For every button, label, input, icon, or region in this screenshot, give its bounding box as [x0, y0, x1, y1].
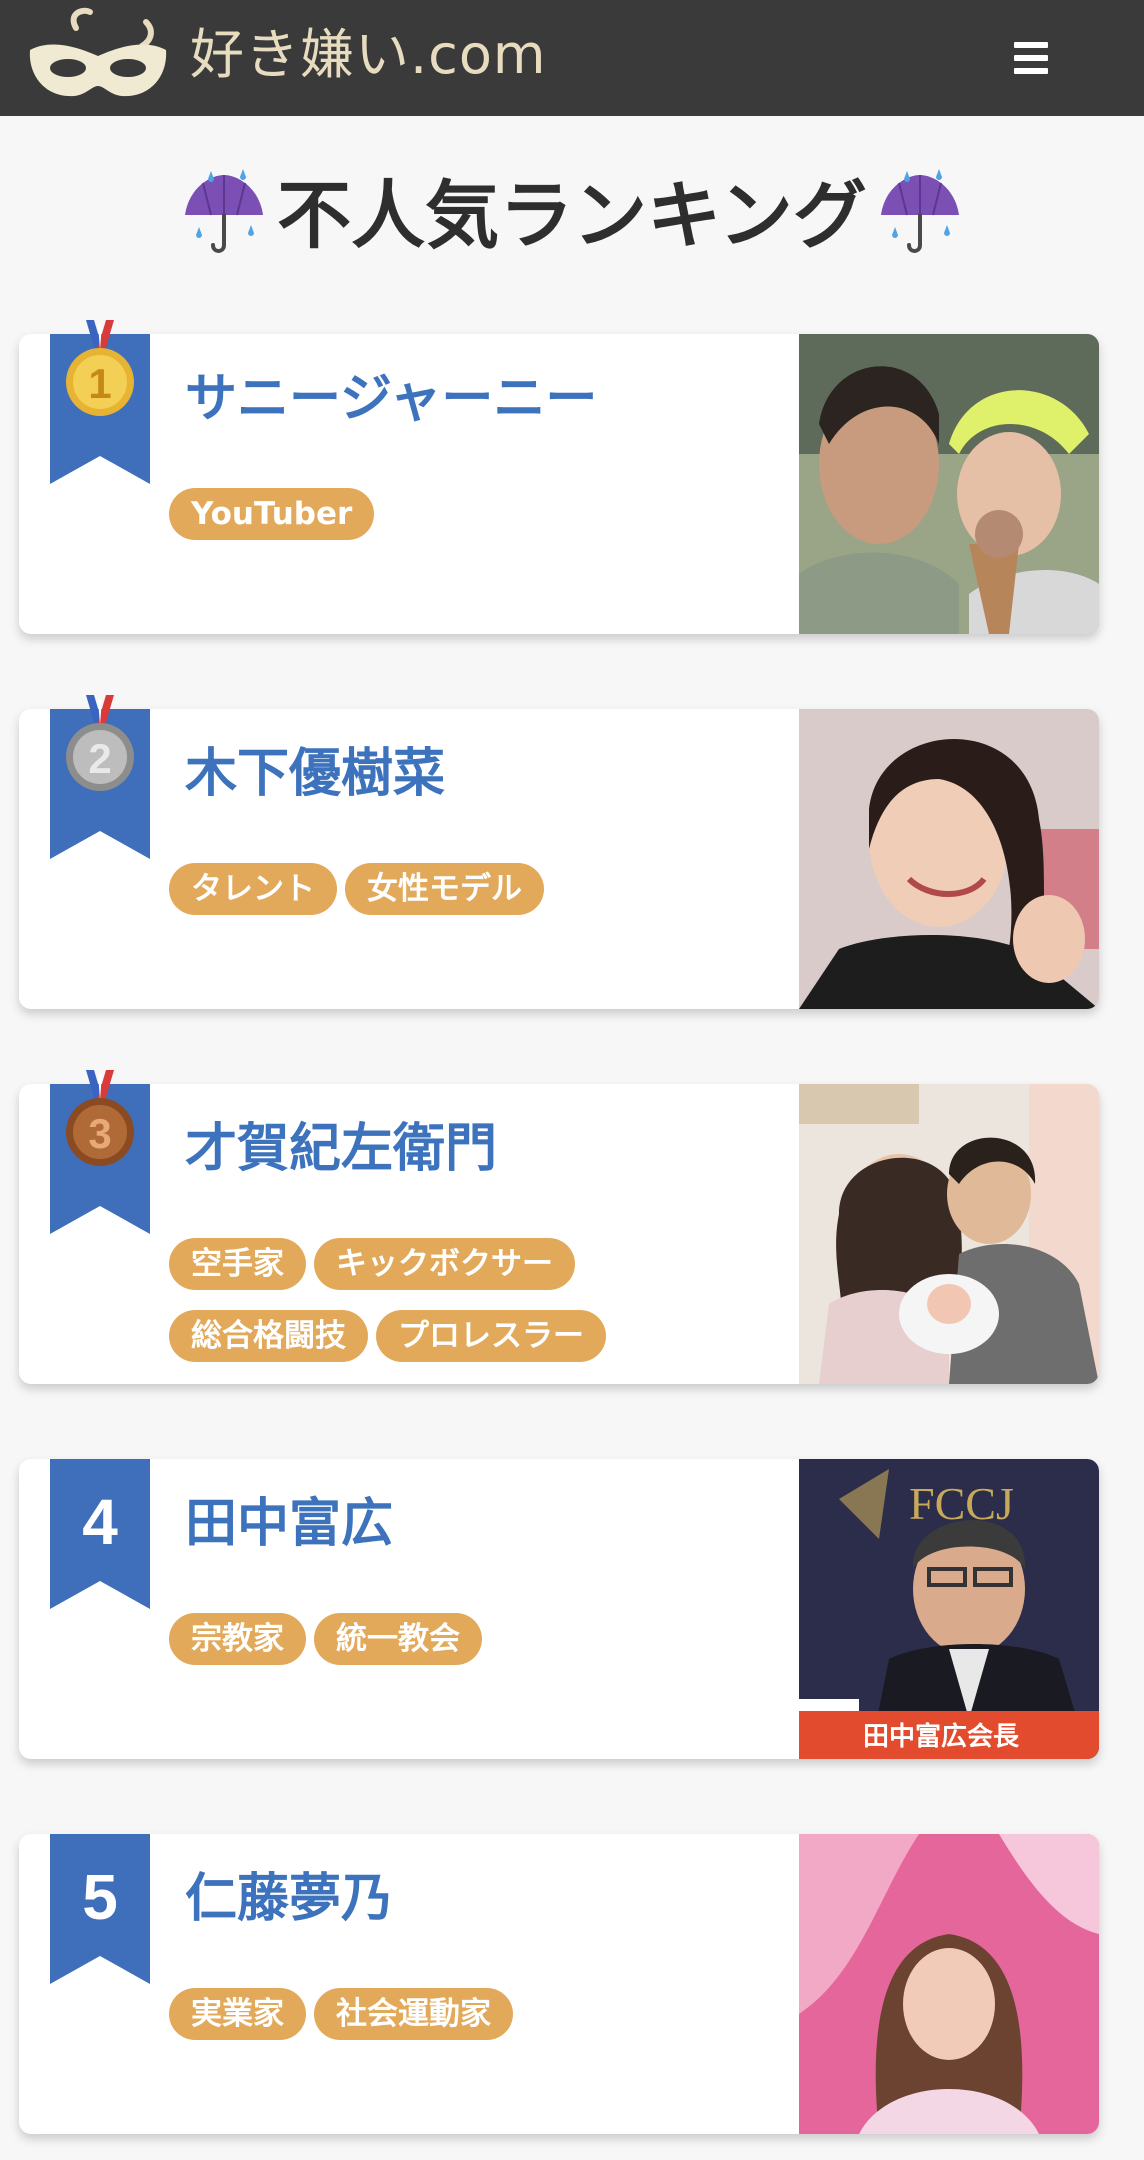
svg-text:2: 2	[88, 735, 111, 782]
svg-text:3: 3	[88, 1110, 111, 1157]
site-title[interactable]: 好き嫌い.com	[190, 18, 547, 92]
umbrella-with-rain-icon	[880, 169, 959, 254]
tag-list: タレント 女性モデル	[169, 863, 689, 935]
person-name[interactable]: 木下優樹菜	[185, 739, 445, 809]
hamburger-menu-icon[interactable]	[1006, 40, 1056, 76]
tag-list: 宗教家 統一教会	[169, 1613, 689, 1685]
site-header: 好き嫌い.com	[0, 0, 1144, 116]
gold-medal-icon: 1	[66, 320, 134, 416]
page-heading: 不人気ランキング	[0, 166, 1144, 266]
person-photo[interactable]: FCCJ 田中富広会長	[799, 1459, 1099, 1759]
ranking-card[interactable]: 5 仁藤夢乃 実業家 社会運動家	[19, 1834, 1099, 2134]
category-tag[interactable]: キックボクサー	[314, 1238, 575, 1290]
umbrella-with-rain-icon	[185, 169, 264, 254]
silver-medal-icon: 2	[66, 695, 134, 791]
ranking-card[interactable]: 3 才賀紀左衛門 空手家 キックボクサー総合格闘技 プロレスラー	[19, 1070, 1099, 1384]
person-name[interactable]: 仁藤夢乃	[185, 1864, 393, 1934]
category-tag[interactable]: タレント	[169, 863, 337, 915]
person-name[interactable]: 田中富広	[185, 1489, 393, 1559]
category-tag[interactable]: 空手家	[169, 1238, 306, 1290]
ranking-card[interactable]: 2 木下優樹菜 タレント 女性モデル	[19, 695, 1099, 1009]
category-tag[interactable]: 統一教会	[314, 1613, 482, 1665]
page-heading-text: 不人気ランキング	[277, 173, 867, 259]
rank-number: 5	[82, 1861, 118, 1933]
category-tag[interactable]: 総合格闘技	[169, 1310, 368, 1362]
category-tag[interactable]: 社会運動家	[314, 1988, 513, 2040]
bronze-medal-icon: 3	[66, 1070, 134, 1166]
tag-list: 実業家 社会運動家	[169, 1988, 689, 2060]
mask-logo-icon[interactable]	[24, 6, 172, 106]
tag-list: 空手家 キックボクサー総合格闘技 プロレスラー	[169, 1238, 689, 1382]
person-photo[interactable]	[799, 334, 1099, 634]
rank-number: 4	[82, 1486, 118, 1558]
person-photo[interactable]	[799, 709, 1099, 1009]
category-tag[interactable]: 実業家	[169, 1988, 306, 2040]
category-tag[interactable]: プロレスラー	[376, 1310, 606, 1362]
ranking-card[interactable]: 4 田中富広 宗教家 統一教会 FCCJ 田中富広会長	[19, 1459, 1099, 1759]
person-photo[interactable]	[799, 1834, 1099, 2134]
category-tag[interactable]: YouTuber	[169, 488, 375, 540]
category-tag[interactable]: 宗教家	[169, 1613, 306, 1665]
tag-list: YouTuber	[169, 488, 689, 560]
photo-caption: 田中富広会長	[863, 1721, 1020, 1752]
person-name[interactable]: サニージャーニー	[185, 364, 597, 434]
person-name[interactable]: 才賀紀左衛門	[185, 1114, 497, 1184]
svg-text:1: 1	[88, 360, 111, 407]
person-photo[interactable]	[799, 1084, 1099, 1384]
ranking-card[interactable]: 1 サニージャーニー YouTuber	[19, 320, 1099, 634]
category-tag[interactable]: 女性モデル	[345, 863, 544, 915]
